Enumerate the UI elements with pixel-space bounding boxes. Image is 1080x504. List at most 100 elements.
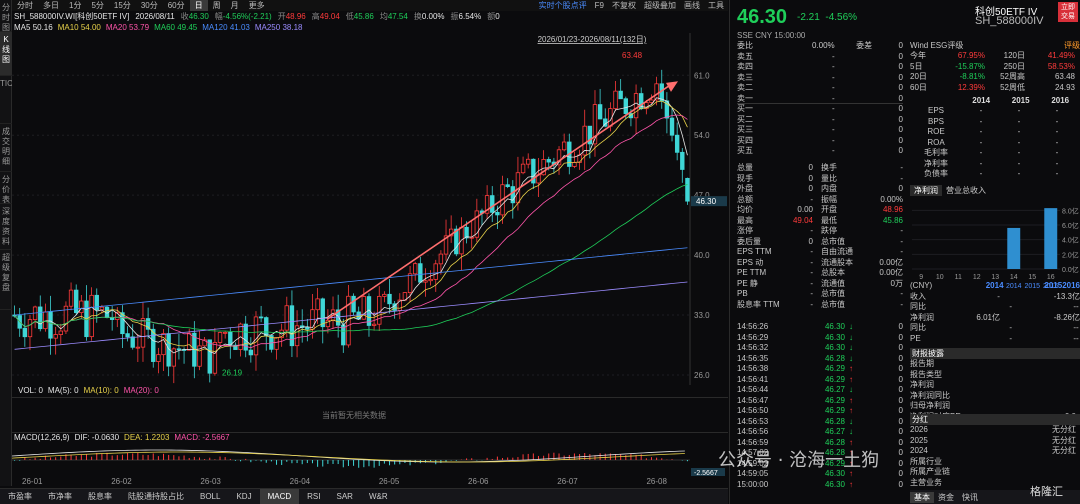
tick-cell: 46.29 <box>824 395 845 405</box>
tick-row[interactable]: 14:56:41 46.29 ↑ 0 <box>737 375 903 386</box>
indicator-tab-3[interactable]: 陆股通持股占比 <box>120 489 192 504</box>
x-tick-label: 26-02 <box>111 477 132 486</box>
candle <box>320 298 325 328</box>
fin2-cell: - <box>997 291 1000 301</box>
indicator-tab-1[interactable]: 市净率 <box>40 489 80 504</box>
fin-cell: - <box>1055 137 1059 147</box>
ob-volume: 0 <box>898 146 903 155</box>
indicator-tab-2[interactable]: 股息率 <box>80 489 120 504</box>
tick-cell: 46.30 <box>824 343 845 352</box>
watermark-logo: 格隆汇 <box>1030 486 1063 498</box>
right-tab-0[interactable]: 基本 <box>910 491 934 503</box>
stat-cell: 0.00亿 <box>879 257 903 267</box>
left-tab-2[interactable]: TICK <box>0 76 18 124</box>
candle <box>407 273 413 293</box>
stat-cell: 总股本 <box>821 268 845 277</box>
tab-net-profit[interactable]: 净利润 <box>910 185 942 196</box>
tick-cell: ↑ <box>849 406 853 415</box>
candle <box>387 293 392 305</box>
period-tab-3[interactable]: 5分 <box>86 0 108 11</box>
toolbar-action-4[interactable]: 画线 <box>680 0 704 11</box>
tick-cell: 0 <box>898 353 903 363</box>
macd-dif: DIF: -0.0630 <box>74 433 120 442</box>
esg-rating-link[interactable]: 评级 <box>1064 40 1080 51</box>
right-tab-1[interactable]: 资金 <box>934 492 958 503</box>
toolbar-action-1[interactable]: F9 <box>591 1 608 10</box>
tick-cell: 46.28 <box>824 416 845 426</box>
stat-cell: - <box>810 289 813 298</box>
tick-cell: 14:56:41 <box>737 374 769 384</box>
indicator-tab-8[interactable]: SAR <box>329 489 361 504</box>
stat-cell <box>813 300 821 311</box>
period-tab-1[interactable]: 多日 <box>38 0 64 11</box>
tick-row[interactable]: 14:56:32 46.30 ↓ 0 <box>737 343 903 354</box>
tick-row[interactable]: 14:56:38 46.29 ↑ 0 <box>737 364 903 375</box>
stat-cell: - <box>810 299 813 309</box>
fin2-row: 同比 - - - <box>910 302 1080 313</box>
date-axis: 26-01 26-02 26-03 26-04 26-05 26-06 26-07 26-08 <box>12 476 728 487</box>
tab-revenue[interactable]: 营业总收入 <box>942 185 990 196</box>
avg-value: 47.54 <box>387 12 408 21</box>
tick-row[interactable]: 14:56:44 46.27 ↓ 0 <box>737 385 903 396</box>
period-tab-9[interactable]: 月 <box>226 0 244 11</box>
left-tab-4[interactable]: 分价表 <box>0 172 12 204</box>
ob-price: - <box>831 62 835 71</box>
tick-row[interactable]: 14:56:50 46.29 ↑ 0 <box>737 406 903 417</box>
low-value: 45.86 <box>353 12 374 21</box>
high-label: 高 <box>311 12 320 21</box>
candle <box>284 305 289 331</box>
left-tab-3[interactable]: 成交明细 <box>0 124 12 172</box>
candlestick-chart[interactable]: 61.054.047.040.033.026.02026/01/23-2026/… <box>12 33 728 385</box>
indicator-tabs: 市盈率 市净率 股息率 陆股通持股占比 BOLL KDJ MACD RSI SAR W&R <box>0 488 728 504</box>
period-tab-0[interactable]: 分时 <box>12 0 38 11</box>
toolbar-action-3[interactable]: 超级叠加 <box>640 0 680 11</box>
fin2-cell: 2014 <box>985 281 1004 290</box>
x-tick-label: 26-01 <box>22 477 43 486</box>
period-tab-8[interactable]: 周 <box>208 0 226 11</box>
trade-now-button[interactable]: 立即交易 <box>1058 2 1078 22</box>
period-tab-2[interactable]: 1分 <box>64 0 86 11</box>
last-price-label: 46.30 <box>696 197 717 206</box>
indicator-tab-9[interactable]: W&R <box>361 489 396 504</box>
period-tab-6[interactable]: 60分 <box>163 0 190 11</box>
return-cell: 63.48 <box>1054 72 1075 81</box>
left-tab-0[interactable]: 分时图 <box>0 0 12 32</box>
fin-cell: - <box>979 106 983 115</box>
indicator-tab-4[interactable]: BOLL <box>192 489 228 504</box>
toolbar-action-5[interactable]: 工具 <box>704 0 728 11</box>
toolbar-action-2[interactable]: 不复权 <box>608 0 640 11</box>
period-tab-10[interactable]: 更多 <box>244 0 270 11</box>
tick-row[interactable]: 14:56:26 46.30 ↓ 0 <box>737 322 903 333</box>
period-tab-5[interactable]: 30分 <box>136 0 163 11</box>
tick-row[interactable]: 14:56:56 46.27 ↓ 0 <box>737 427 903 438</box>
candle <box>377 295 382 325</box>
tick-cell: ↓ <box>849 385 853 394</box>
indicator-tab-0[interactable]: 市盈率 <box>0 489 40 504</box>
indicator-tab-6[interactable]: MACD <box>259 488 300 504</box>
left-tab-1[interactable]: K线图 <box>0 32 12 76</box>
fin2-cell: 13.3亿 <box>1056 291 1080 301</box>
tick-row[interactable]: 14:56:35 46.28 ↓ 0 <box>737 354 903 365</box>
tick-row[interactable]: 14:56:29 46.30 ↓ 0 <box>737 333 903 344</box>
right-tab-2[interactable]: 快讯 <box>958 492 982 503</box>
left-tab-6[interactable]: 超级复盘 <box>0 250 12 310</box>
stat-row: EPS TTM - 自由流通 - <box>737 247 903 258</box>
stat-cell: - <box>810 278 813 288</box>
period-tab-4[interactable]: 15分 <box>109 0 136 11</box>
stat-cell: 开盘 <box>821 205 837 214</box>
toolbar-action-0[interactable]: 实时个股点评 <box>535 0 591 11</box>
candle <box>680 151 685 170</box>
tick-cell: ↓ <box>849 353 853 363</box>
return-cell: 52周低 <box>1000 82 1025 92</box>
order-book-row: 买三 - 0 <box>737 125 903 136</box>
tick-row[interactable]: 14:56:47 46.29 ↑ 0 <box>737 396 903 407</box>
left-tab-5[interactable]: 深度资料 <box>0 204 12 250</box>
indicator-tab-7[interactable]: RSI <box>299 489 328 504</box>
stat-cell: - <box>810 226 813 235</box>
tick-row[interactable]: 15:00:00 46.30 ↑ 0 <box>737 480 903 491</box>
tick-row[interactable]: 14:56:53 46.28 ↓ 0 <box>737 417 903 428</box>
fin2-cell: (CNY) <box>910 281 933 290</box>
indicator-tab-5[interactable]: KDJ <box>228 489 259 504</box>
period-tab-7[interactable]: 日 <box>189 0 208 11</box>
fin2-cell: - <box>1076 302 1079 311</box>
